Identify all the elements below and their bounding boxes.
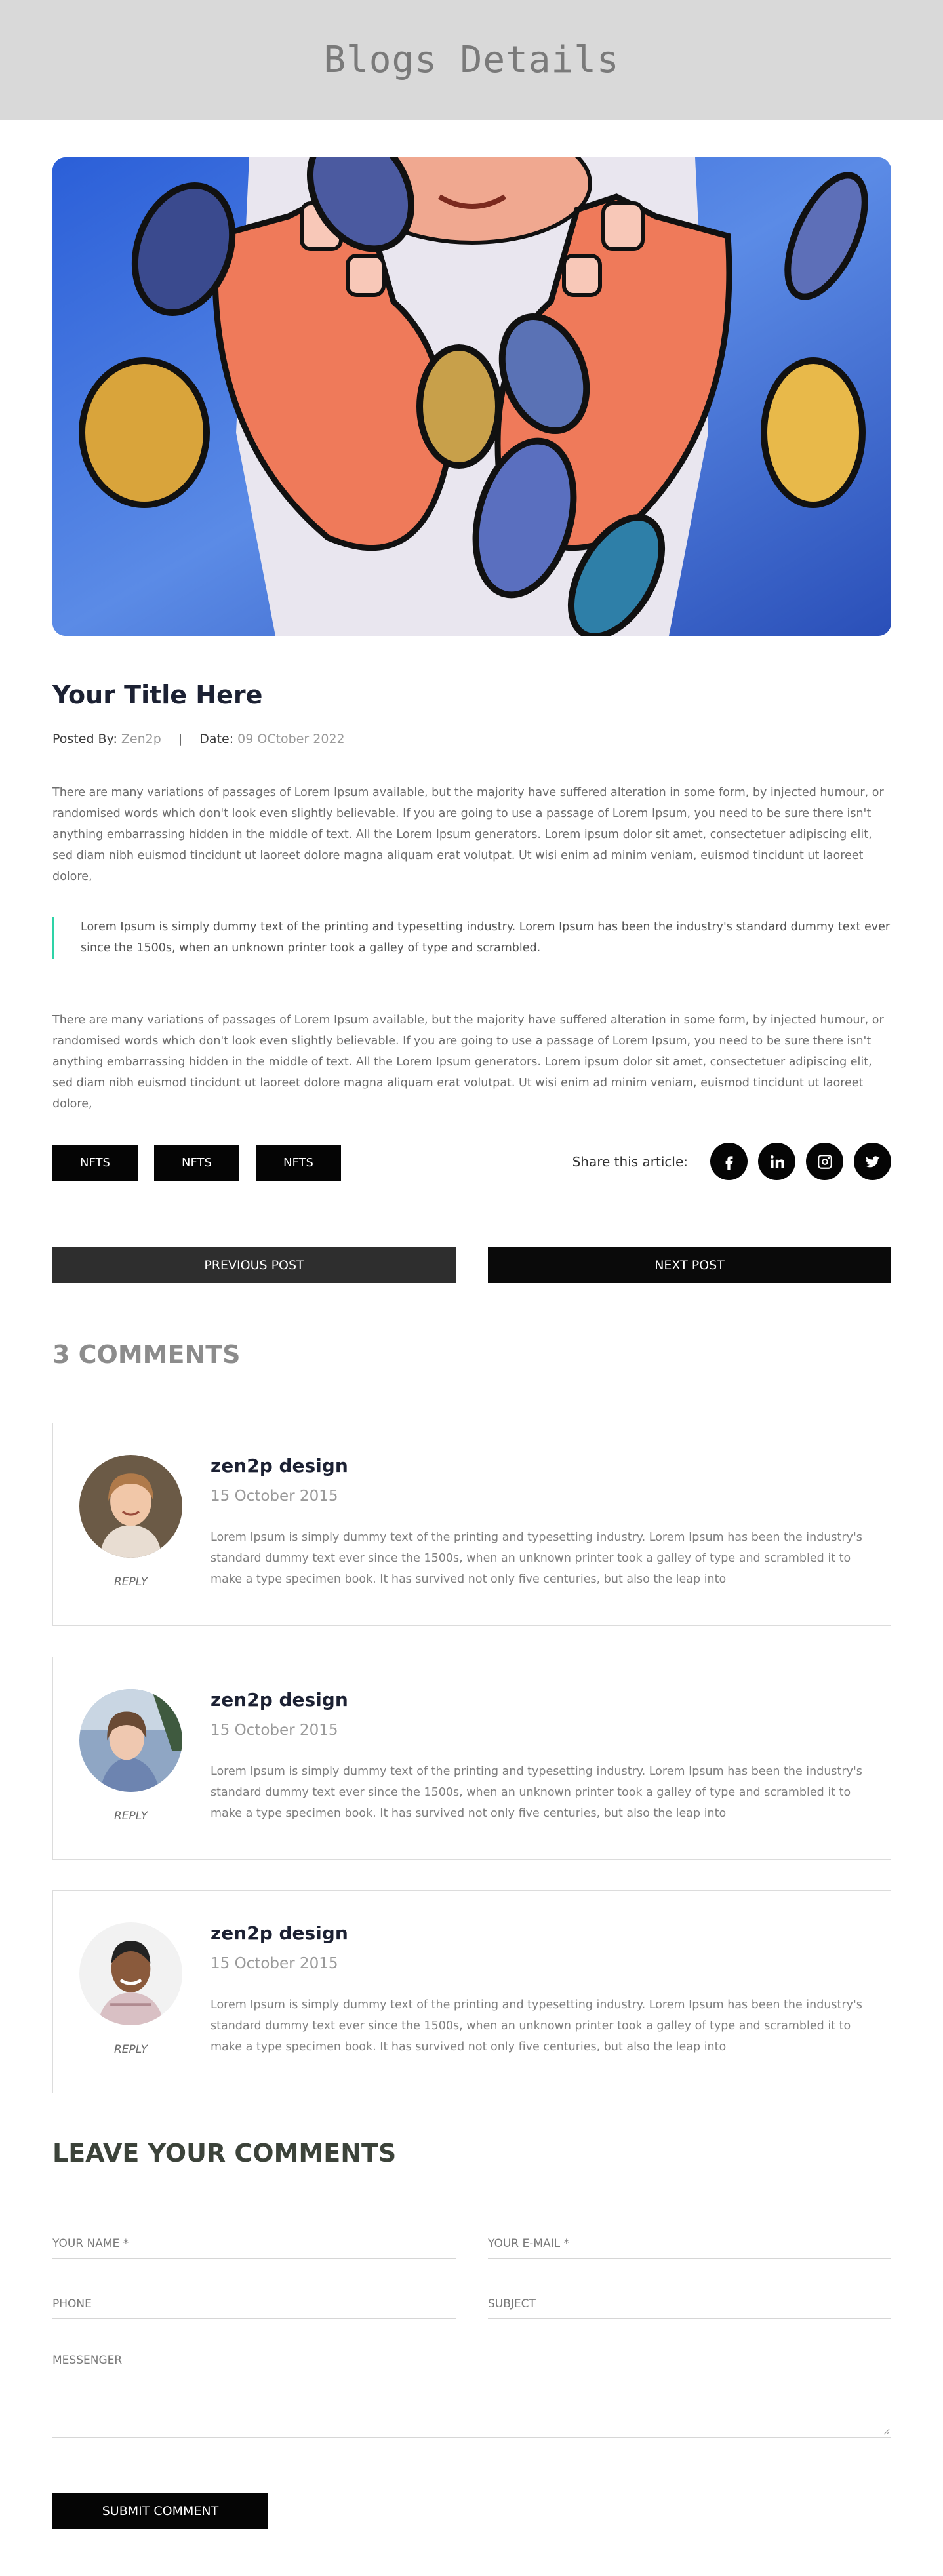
- comment-date: 15 October 2015: [211, 1722, 338, 1739]
- subject-field-wrapper: [488, 2289, 891, 2319]
- comment-text: Lorem Ipsum is simply dummy text of the …: [211, 1998, 862, 2053]
- tag-button[interactable]: NFTS: [52, 1145, 138, 1181]
- reply-link[interactable]: REPLY: [79, 1575, 182, 1589]
- subject-input[interactable]: [488, 2289, 891, 2318]
- share-bar: Share this article:: [572, 1143, 891, 1180]
- message-field-wrapper: [52, 2347, 891, 2438]
- post-author[interactable]: Zen2p: [121, 732, 161, 746]
- share-label: Share this article:: [572, 1153, 688, 1170]
- comment-text: Lorem Ipsum is simply dummy text of the …: [211, 1765, 862, 1820]
- meta-separator: |: [178, 732, 183, 746]
- comments-heading: 3 COMMENTS: [52, 1340, 241, 1369]
- date-label: Date:: [199, 732, 234, 746]
- comment-card: REPLY zen2p design 15 October 2015 Lorem…: [52, 1423, 891, 1626]
- comment-card: REPLY zen2p design 15 October 2015 Lorem…: [52, 1890, 891, 2093]
- previous-post-button[interactable]: PREVIOUS POST: [52, 1247, 456, 1283]
- phone-input[interactable]: [52, 2289, 456, 2318]
- reply-link[interactable]: REPLY: [79, 1810, 182, 1823]
- avatar: [79, 1922, 182, 2025]
- submit-comment-button[interactable]: SUBMIT COMMENT: [52, 2493, 268, 2529]
- posted-by-label: Posted By:: [52, 732, 117, 746]
- resize-handle-icon[interactable]: [882, 2427, 890, 2435]
- linkedin-icon[interactable]: [758, 1143, 795, 1180]
- name-field-wrapper: [52, 2229, 456, 2259]
- avatar: [79, 1455, 182, 1558]
- facebook-icon[interactable]: [710, 1143, 748, 1180]
- post-paragraph-2: There are many variations of passages of…: [52, 1014, 884, 1111]
- comment-author: zen2p design: [211, 1689, 348, 1711]
- post-date: 09 OCtober 2022: [237, 732, 345, 746]
- avatar: [79, 1689, 182, 1792]
- leave-comment-heading: LEAVE YOUR COMMENTS: [52, 2139, 397, 2168]
- instagram-icon[interactable]: [806, 1143, 843, 1180]
- name-input[interactable]: [52, 2229, 456, 2258]
- email-input[interactable]: [488, 2229, 891, 2258]
- next-post-button[interactable]: NEXT POST: [488, 1247, 891, 1283]
- comment-date: 15 October 2015: [211, 1488, 338, 1505]
- post-title: Your Title Here: [52, 681, 263, 709]
- phone-field-wrapper: [52, 2289, 456, 2319]
- comment-text: Lorem Ipsum is simply dummy text of the …: [211, 1531, 862, 1586]
- email-field-wrapper: [488, 2229, 891, 2259]
- post-quote: Lorem Ipsum is simply dummy text of the …: [52, 917, 891, 959]
- post-meta: Posted By: Zen2p | Date: 09 OCtober 2022: [52, 732, 345, 746]
- reply-link[interactable]: REPLY: [79, 2043, 182, 2056]
- tag-list: NFTS NFTS NFTS: [52, 1145, 341, 1181]
- tag-button[interactable]: NFTS: [154, 1145, 239, 1181]
- hero-image: [52, 157, 891, 636]
- comment-date: 15 October 2015: [211, 1955, 338, 1972]
- comment-author: zen2p design: [211, 1455, 348, 1476]
- page-title: Blogs Details: [323, 39, 620, 81]
- message-textarea[interactable]: [52, 2347, 891, 2437]
- page-banner: Blogs Details: [0, 0, 943, 120]
- twitter-icon[interactable]: [854, 1143, 891, 1180]
- comment-author: zen2p design: [211, 1922, 348, 1944]
- comment-card: REPLY zen2p design 15 October 2015 Lorem…: [52, 1657, 891, 1860]
- post-paragraph-1: There are many variations of passages of…: [52, 786, 884, 883]
- tag-button[interactable]: NFTS: [256, 1145, 341, 1181]
